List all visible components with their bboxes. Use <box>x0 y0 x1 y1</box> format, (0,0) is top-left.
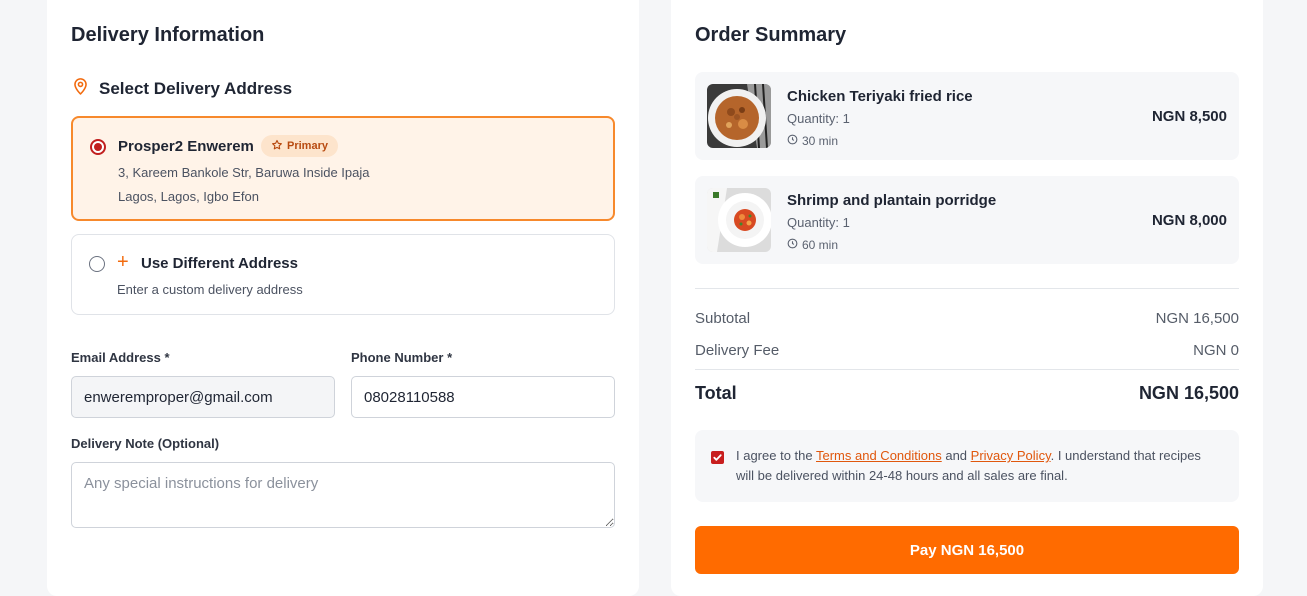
subtotal-label: Subtotal <box>695 310 751 327</box>
clock-icon <box>787 134 798 148</box>
subtotal-value: NGN 16,500 <box>1155 310 1239 327</box>
item-quantity: Quantity: 1 <box>787 215 850 230</box>
item-price: NGN 8,000 <box>1151 212 1227 229</box>
primary-badge-label: Primary <box>287 140 328 152</box>
item-prep-time: 30 min <box>787 134 838 148</box>
privacy-policy-link[interactable]: Privacy Policy <box>971 448 1051 463</box>
total-divider <box>695 369 1239 370</box>
order-item: Shrimp and plantain porridge Quantity: 1… <box>695 176 1239 264</box>
item-time-label: 30 min <box>802 134 839 148</box>
delivery-fee-label: Delivery Fee <box>695 342 780 359</box>
order-summary-title: Order Summary <box>695 24 847 46</box>
item-name: Chicken Teriyaki fried rice <box>787 88 973 105</box>
delivery-note-field[interactable] <box>71 462 615 528</box>
location-pin-icon <box>71 76 90 101</box>
star-icon <box>271 139 283 154</box>
plus-icon: + <box>117 251 129 273</box>
item-quantity: Quantity: 1 <box>787 111 850 126</box>
terms-checkbox[interactable] <box>711 451 724 464</box>
item-name: Shrimp and plantain porridge <box>787 192 997 209</box>
different-address-option[interactable]: + Use Different Address Enter a custom d… <box>71 234 615 315</box>
phone-label: Phone Number * <box>351 350 453 365</box>
total-label: Total <box>695 383 737 403</box>
email-field[interactable] <box>71 376 335 418</box>
different-address-radio[interactable] <box>89 256 105 272</box>
different-address-title: Use Different Address <box>141 255 298 272</box>
clock-icon <box>787 238 798 252</box>
terms-prefix: I agree to the <box>736 448 816 463</box>
delivery-information-title: Delivery Information <box>71 24 265 46</box>
address-line-1: 3, Kareem Bankole Str, Baruwa Inside Ipa… <box>118 165 370 180</box>
address-name: Prosper2 Enwerem <box>118 138 254 155</box>
pay-button[interactable]: Pay NGN 16,500 <box>695 526 1239 574</box>
item-prep-time: 60 min <box>787 238 838 252</box>
summary-divider <box>695 288 1239 289</box>
delivery-note-label: Delivery Note (Optional) <box>71 436 220 451</box>
different-address-subtitle: Enter a custom delivery address <box>117 282 303 297</box>
food-image-fried-rice <box>707 84 771 148</box>
phone-field[interactable] <box>351 376 615 418</box>
delivery-information-card: Delivery Information Select Delivery Add… <box>47 0 639 596</box>
order-item: Chicken Teriyaki fried rice Quantity: 1 … <box>695 72 1239 160</box>
email-label: Email Address * <box>71 350 170 365</box>
primary-address-radio[interactable] <box>90 139 106 155</box>
order-summary-card: Order Summary Chicken Teriyaki fried ric… <box>671 0 1263 596</box>
delivery-fee-value: NGN 0 <box>1193 342 1239 359</box>
select-address-heading: Select Delivery Address <box>71 76 292 101</box>
terms-agreement: I agree to the Terms and Conditions and … <box>695 430 1239 502</box>
terms-text: I agree to the Terms and Conditions and … <box>736 446 1206 486</box>
primary-address-option[interactable]: Prosper2 Enwerem Primary 3, Kareem Banko… <box>71 116 615 221</box>
item-price: NGN 8,500 <box>1151 108 1227 125</box>
select-address-label: Select Delivery Address <box>99 78 293 98</box>
total-value: NGN 16,500 <box>1138 383 1239 403</box>
address-line-2: Lagos, Lagos, Igbo Efon <box>118 189 259 204</box>
item-time-label: 60 min <box>802 238 839 252</box>
terms-and-conditions-link[interactable]: Terms and Conditions <box>816 448 942 463</box>
primary-badge: Primary <box>261 135 338 157</box>
terms-and: and <box>941 448 971 463</box>
food-image-porridge <box>707 188 771 252</box>
